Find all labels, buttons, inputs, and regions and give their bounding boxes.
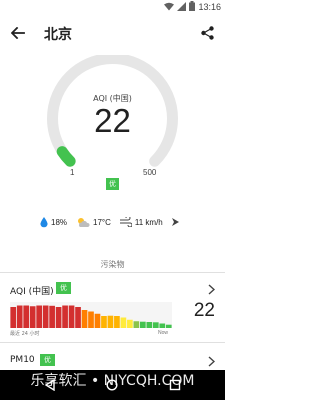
history-bar <box>120 317 127 328</box>
history-bar <box>36 305 42 328</box>
share-button[interactable] <box>197 23 217 43</box>
history-bar <box>75 307 81 328</box>
aqi-history-chart <box>10 302 172 328</box>
history-bar <box>23 305 30 328</box>
arrow-back-icon <box>11 27 25 39</box>
history-bar <box>55 307 62 328</box>
history-bar <box>94 313 101 328</box>
history-bar <box>29 306 36 328</box>
history-bar <box>133 321 140 328</box>
history-bar <box>140 321 146 328</box>
water-drop-icon <box>40 216 48 227</box>
watermark: 乐享软汇 • NIYCQH.COM <box>30 373 195 389</box>
section-title: 污染物 <box>100 260 125 269</box>
gauge-value: 22 <box>94 102 131 139</box>
chevron-right-icon[interactable] <box>206 283 216 295</box>
temperature-value: 17°C <box>93 217 111 227</box>
wind: 11 km/h <box>119 217 163 227</box>
gauge-max: 500 <box>143 168 157 177</box>
history-bar <box>107 315 114 328</box>
history-bar <box>49 305 55 328</box>
history-bar <box>68 305 75 328</box>
wind-direction-icon <box>171 218 179 226</box>
pollutant-card-pm10[interactable]: PM10 优 <box>0 345 225 371</box>
status-time: 13:16 <box>198 2 221 12</box>
history-bar <box>127 319 133 328</box>
gauge-level-badge: 优 <box>106 178 119 190</box>
history-bar <box>159 323 166 328</box>
back-button[interactable] <box>8 23 28 43</box>
aqi-gauge: AQI (中国) 22 1 500 优 <box>40 55 185 190</box>
history-bar <box>81 310 88 328</box>
wind-direction <box>171 218 179 226</box>
gauge-fill <box>56 146 76 167</box>
chart-axis-start: 最近 24 小时 <box>10 331 40 337</box>
pollutant-card-aqi[interactable]: AQI (中国) 优 22 最近 24 小时 Now <box>0 276 225 342</box>
wind-value: 11 km/h <box>134 217 163 227</box>
chart-axis-end: Now <box>158 330 169 336</box>
status-icons: 13:16 <box>164 1 221 13</box>
humidity: 18% <box>40 216 68 228</box>
history-bar <box>62 305 68 328</box>
divider <box>0 272 225 273</box>
history-bar <box>114 316 120 328</box>
history-bar <box>42 305 49 328</box>
pollutant-level-badge: 优 <box>56 282 71 294</box>
pollutant-value: 22 <box>193 300 215 321</box>
pollutant-level-badge: 优 <box>40 354 55 366</box>
temperature: 17°C <box>76 217 111 228</box>
wind-icon <box>119 217 132 227</box>
gauge-min: 1 <box>70 168 75 177</box>
page-title: 北京 <box>44 27 72 43</box>
history-bar <box>88 311 94 328</box>
history-bar <box>16 305 23 328</box>
history-bar <box>10 307 17 328</box>
history-bar <box>146 322 153 328</box>
history-bar <box>101 316 107 328</box>
chevron-right-icon[interactable] <box>206 355 216 367</box>
app-bar: 北京 <box>0 14 225 52</box>
weather-row: 18% 17°C 11 km/h <box>40 214 190 230</box>
history-bar <box>165 324 172 328</box>
humidity-value: 18% <box>51 217 68 227</box>
pollutant-name: PM10 <box>10 355 35 365</box>
status-bar: 13:16 <box>0 0 225 14</box>
divider <box>0 342 225 343</box>
history-bar <box>152 322 159 328</box>
share-icon <box>200 26 214 40</box>
partly-cloudy-icon <box>78 217 90 227</box>
pollutant-name: AQI (中国) <box>10 287 54 297</box>
